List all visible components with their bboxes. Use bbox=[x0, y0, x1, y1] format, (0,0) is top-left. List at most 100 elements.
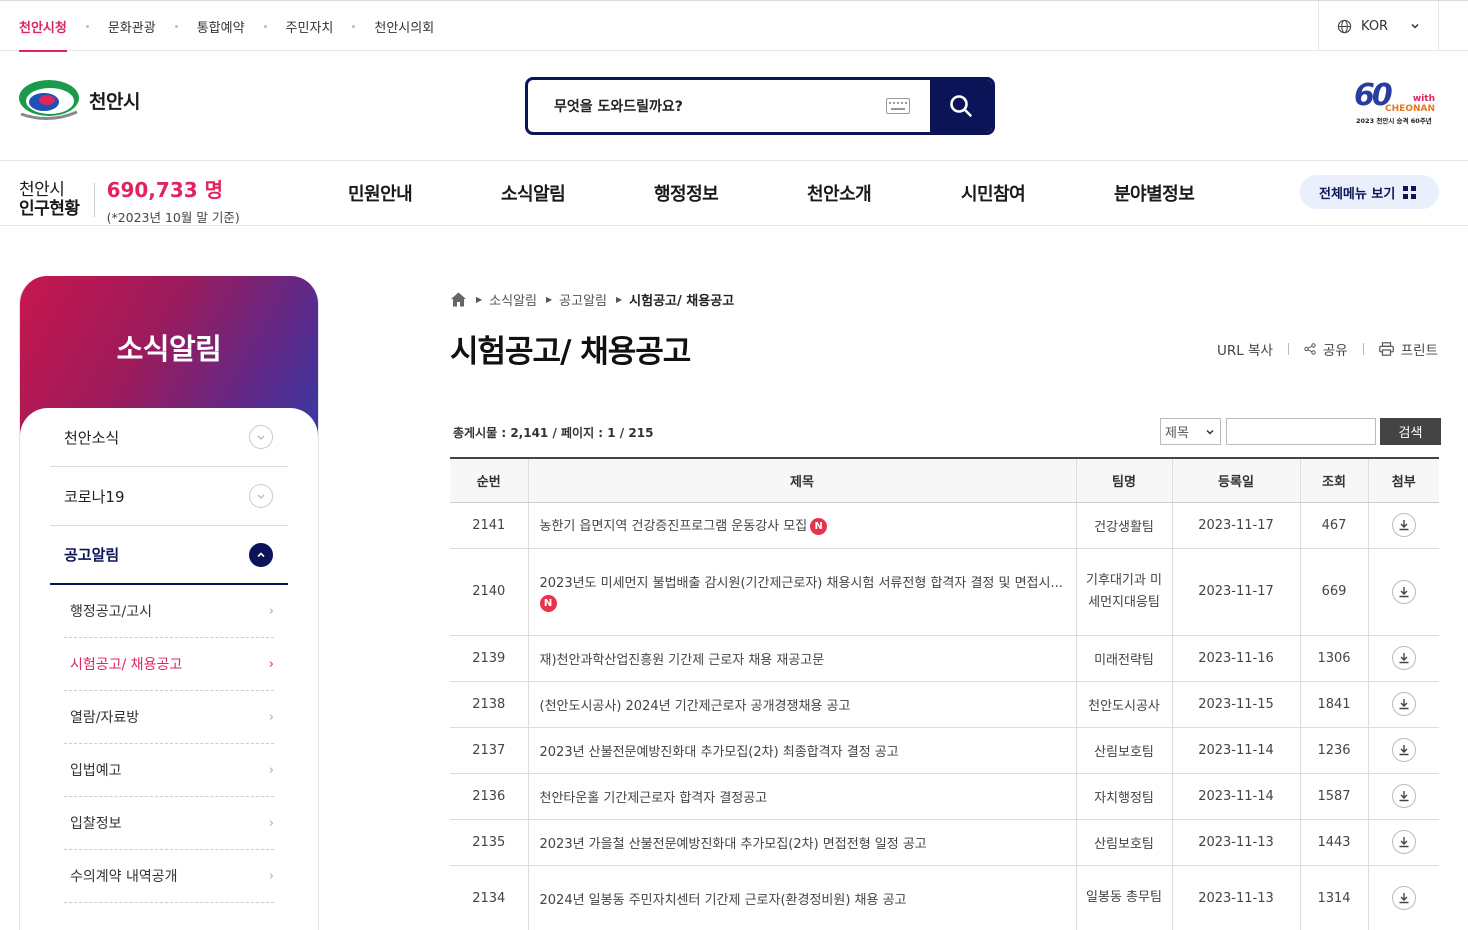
utility-bar: 천안시청 문화관광 통합예약 주민자치 천안시의회 KOR bbox=[0, 0, 1468, 52]
menu-participation[interactable]: 시민참여 bbox=[961, 161, 1026, 225]
download-icon[interactable] bbox=[1391, 646, 1416, 670]
search-input[interactable]: 무엇을 도와드릴까요? bbox=[528, 80, 930, 132]
sidebar-sub-recruitment[interactable]: 시험공고/ 채용공고 › bbox=[64, 638, 274, 691]
download-icon[interactable] bbox=[1391, 886, 1416, 910]
sidebar-sub-label: 수의계약 내역공개 bbox=[70, 869, 178, 885]
breadcrumb-current: 시험공고/ 채용공고 bbox=[629, 294, 735, 309]
city-logo[interactable]: 천안시 bbox=[19, 78, 159, 122]
column-header-team: 팀명 bbox=[1075, 458, 1172, 503]
row-attachment bbox=[1367, 681, 1439, 728]
share-button[interactable]: 공유 bbox=[1304, 339, 1348, 359]
row-title-link[interactable]: 2023년 산불전문예방진화대 추가모집(2차) 최종합격자 결정 공고 bbox=[540, 745, 899, 760]
all-menu-button[interactable]: 전체메뉴 보기 bbox=[1300, 175, 1439, 209]
anniversary-emblem[interactable]: 60 with CHEONAN 2023 천안시 승격 60주년 bbox=[1354, 78, 1438, 126]
row-title-link[interactable]: 2023년도 미세먼지 불법배출 감시원(기간제근로자) 채용시험 서류전형 합… bbox=[540, 576, 1063, 591]
chevron-right-icon: › bbox=[268, 656, 274, 672]
home-icon[interactable] bbox=[450, 291, 467, 308]
table-row: 2137 2023년 산불전문예방진화대 추가모집(2차) 최종합격자 결정 공… bbox=[450, 727, 1439, 774]
row-attachment bbox=[1367, 548, 1439, 636]
row-team: 기후대기과 미세먼지대응팀 bbox=[1075, 548, 1172, 636]
download-icon[interactable] bbox=[1391, 692, 1416, 716]
url-copy-button[interactable]: URL 복사 bbox=[1217, 339, 1273, 359]
download-icon[interactable] bbox=[1391, 579, 1416, 604]
search-placeholder: 무엇을 도와드릴까요? bbox=[554, 99, 683, 115]
sidebar-item-covid19[interactable]: 코로나19 bbox=[50, 467, 288, 526]
download-icon[interactable] bbox=[1391, 738, 1416, 762]
share-label: 공유 bbox=[1322, 343, 1348, 359]
main-search: 무엇을 도와드릴까요? bbox=[525, 77, 995, 135]
site-link-reservation[interactable]: 통합예약 bbox=[197, 1, 245, 51]
breadcrumb-link[interactable]: 소식알림 bbox=[489, 290, 537, 309]
row-date: 2023-11-14 bbox=[1171, 727, 1300, 774]
board-search: 제목 검색 bbox=[1160, 418, 1441, 445]
breadcrumb: ▶ 소식알림 ▶ 공고알림 ▶ 시험공고/ 채용공고 bbox=[450, 290, 734, 309]
site-link-cityhall[interactable]: 천안시청 bbox=[19, 1, 67, 52]
row-title-cell: 천안타운홀 기간제근로자 합격자 결정공고 bbox=[527, 773, 1076, 820]
table-row: 2136 천안타운홀 기간제근로자 합격자 결정공고 자치행정팀 2023-11… bbox=[450, 773, 1439, 820]
site-link-autonomy[interactable]: 주민자치 bbox=[286, 1, 334, 51]
download-icon[interactable] bbox=[1391, 784, 1416, 808]
board-search-button[interactable]: 검색 bbox=[1380, 418, 1441, 445]
breadcrumb-arrow-icon: ▶ bbox=[616, 295, 623, 304]
menu-about[interactable]: 천안소개 bbox=[807, 161, 872, 225]
breadcrumb-link[interactable]: 공고알림 bbox=[559, 290, 607, 309]
column-header-attachment: 첨부 bbox=[1367, 458, 1439, 503]
sidebar-item-cheonan-news[interactable]: 천안소식 bbox=[50, 408, 288, 467]
table-row: 2141 농한기 읍면지역 건강증진프로그램 운동강사 모집 N 건강생활팀 20… bbox=[450, 502, 1439, 549]
site-link-culture[interactable]: 문화관광 bbox=[108, 1, 156, 51]
separator-dot bbox=[263, 24, 267, 28]
sidebar-sub-legislation[interactable]: 입법예고 › bbox=[64, 744, 274, 797]
row-title-link[interactable]: 농한기 읍면지역 건강증진프로그램 운동강사 모집 bbox=[540, 519, 808, 534]
sidebar-sub-label: 입찰정보 bbox=[70, 816, 122, 832]
row-attachment bbox=[1367, 502, 1439, 549]
printer-icon bbox=[1378, 342, 1394, 356]
globe-icon bbox=[1337, 19, 1352, 33]
row-number: 2136 bbox=[450, 773, 528, 820]
divider bbox=[1362, 343, 1364, 355]
menu-civil-service[interactable]: 민원안내 bbox=[348, 161, 413, 225]
sidebar-sub-label: 행정공고/고시 bbox=[70, 604, 152, 620]
sidebar-sub-archive[interactable]: 열람/자료방 › bbox=[64, 691, 274, 744]
anniversary-with: with bbox=[1412, 94, 1435, 104]
chevron-right-icon: › bbox=[268, 762, 274, 778]
row-title-link[interactable]: 2023년 가을철 산불전문예방진화대 추가모집(2차) 면접전형 일정 공고 bbox=[540, 837, 927, 852]
row-title-cell: 농한기 읍면지역 건강증진프로그램 운동강사 모집 N bbox=[527, 502, 1076, 549]
row-title-cell: 재)천안과학산업진흥원 기간제 근로자 채용 재공고문 bbox=[527, 635, 1076, 682]
row-date: 2023-11-17 bbox=[1171, 502, 1300, 549]
row-number: 2138 bbox=[450, 681, 528, 728]
board-search-input[interactable] bbox=[1226, 418, 1376, 445]
row-title-link[interactable]: 2024년 일봉동 주민자치센터 기간제 근로자(환경정비원) 채용 공고 bbox=[540, 893, 907, 908]
row-date: 2023-11-17 bbox=[1171, 548, 1300, 636]
row-attachment bbox=[1367, 865, 1439, 930]
cheonan-logo-mark-icon bbox=[19, 80, 79, 120]
menu-field-info[interactable]: 분야별정보 bbox=[1114, 161, 1195, 225]
menu-administration[interactable]: 행정정보 bbox=[654, 161, 719, 225]
sidebar-sub-contracts[interactable]: 수의계약 내역공개 › bbox=[64, 850, 274, 903]
chevron-down-icon bbox=[249, 425, 273, 449]
language-selector[interactable]: KOR bbox=[1318, 1, 1439, 51]
page-tools: URL 복사 공유 프린트 bbox=[1217, 339, 1438, 359]
row-number: 2140 bbox=[450, 548, 528, 636]
row-team: 일봉동 총무팀 bbox=[1075, 865, 1172, 930]
row-date: 2023-11-13 bbox=[1171, 819, 1300, 866]
search-field-select[interactable]: 제목 bbox=[1160, 418, 1221, 445]
row-title-link[interactable]: 재)천안과학산업진흥원 기간제 근로자 채용 재공고문 bbox=[540, 653, 825, 668]
download-icon[interactable] bbox=[1391, 830, 1416, 854]
row-attachment bbox=[1367, 819, 1439, 866]
download-icon[interactable] bbox=[1391, 513, 1416, 537]
site-link-council[interactable]: 천안시의회 bbox=[374, 1, 434, 51]
search-button[interactable] bbox=[930, 80, 992, 132]
sidebar-sub-admin-notice[interactable]: 행정공고/고시 › bbox=[64, 585, 274, 638]
sidebar-item-notices[interactable]: 공고알림 bbox=[50, 526, 288, 585]
sidebar-sub-bidding[interactable]: 입찰정보 › bbox=[64, 797, 274, 850]
row-title-link[interactable]: (천안도시공사) 2024년 기간제근로자 공개경쟁채용 공고 bbox=[540, 699, 851, 714]
sidebar-item-label: 공고알림 bbox=[64, 546, 120, 564]
divider bbox=[1287, 343, 1289, 355]
menu-news[interactable]: 소식알림 bbox=[501, 161, 566, 225]
anniversary-city: CHEONAN bbox=[1385, 104, 1435, 114]
row-title-link[interactable]: 천안타운홀 기간제근로자 합격자 결정공고 bbox=[540, 791, 768, 806]
site-links: 천안시청 문화관광 통합예약 주민자치 천안시의회 bbox=[19, 1, 434, 52]
print-button[interactable]: 프린트 bbox=[1378, 339, 1438, 359]
keyboard-icon[interactable] bbox=[886, 98, 910, 114]
row-number: 2141 bbox=[450, 502, 528, 549]
